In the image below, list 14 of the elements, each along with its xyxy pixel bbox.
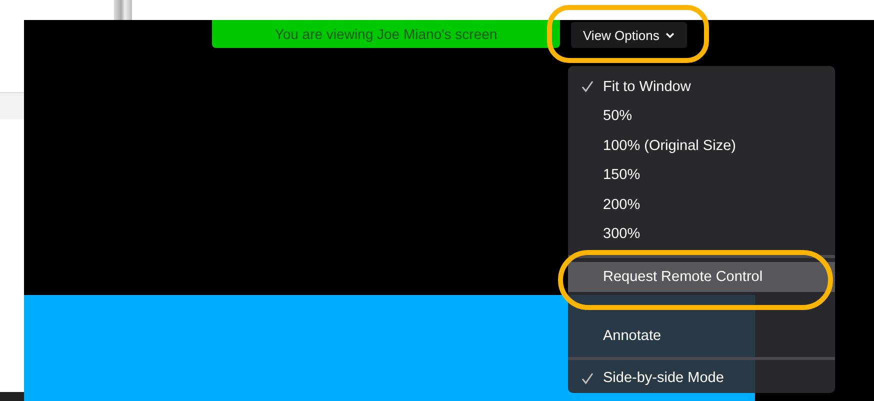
sidebar-panel (0, 92, 24, 119)
view-options-button[interactable]: View Options (571, 22, 688, 48)
menu-item[interactable]: Annotate (568, 321, 835, 350)
caret-icon (665, 32, 676, 38)
menu-item[interactable]: 200% (568, 190, 835, 220)
menu-item[interactable]: 50% (568, 102, 835, 131)
menu-item[interactable]: 300% (568, 220, 835, 249)
menu-item[interactable]: Fit to Window (568, 72, 835, 102)
viewing-banner: You are viewing Joe Miano's screen (212, 20, 560, 48)
menu-item[interactable]: 100% (Original Size) (568, 131, 835, 160)
menu-item[interactable]: 150% (568, 160, 835, 190)
taskbar (0, 392, 24, 401)
menu-item[interactable]: Side-by-side Mode (568, 364, 835, 393)
menu-item[interactable]: Request Remote Control (568, 262, 835, 292)
